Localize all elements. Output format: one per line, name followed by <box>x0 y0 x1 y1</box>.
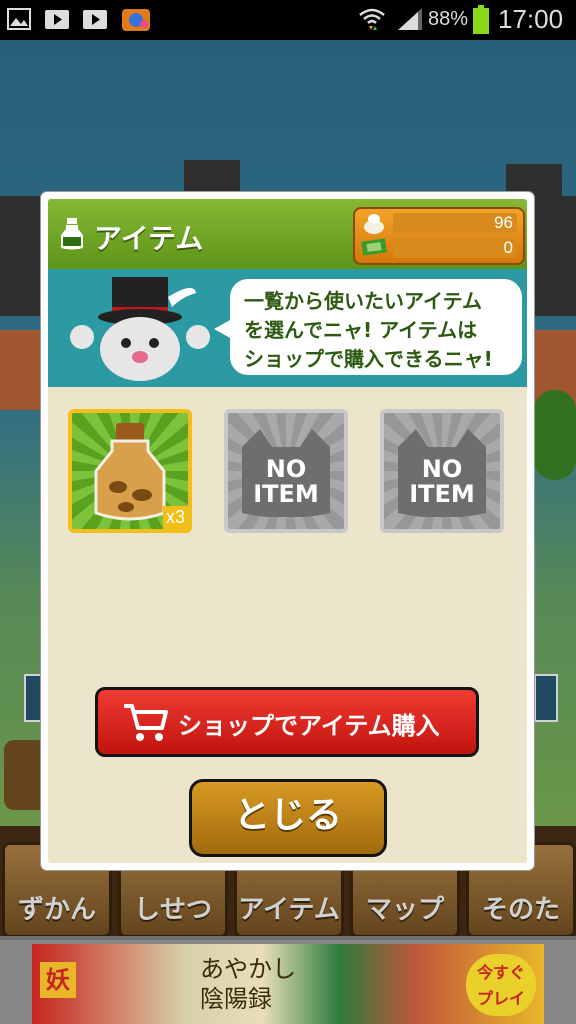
close-button-label: とじる <box>233 795 342 836</box>
item-slot-3[interactable]: NO ITEM <box>380 409 504 533</box>
cat-mascot-icon <box>70 277 210 381</box>
coin-bag-icon <box>364 214 384 234</box>
ad-title: あやかし 陰陽録 <box>200 955 296 1013</box>
speech-bubble: 一覧から使いたいアイテム を選んでニャ! アイテムは ショップで購入できるニャ! <box>230 279 522 375</box>
no-item-label: NO ITEM <box>409 455 475 508</box>
status-bar: 88% 17:00 <box>0 0 576 40</box>
currency-panel: 96 0 <box>353 207 525 265</box>
ad-play-now-button[interactable]: 今すぐ プレイ <box>466 954 536 1016</box>
item-slot-2[interactable]: NO ITEM <box>224 409 348 533</box>
wifi-icon <box>359 8 385 30</box>
ticket-icon <box>361 238 387 256</box>
dialog-title: アイテム <box>94 222 204 255</box>
dialog-header: アイテム 96 0 <box>48 199 527 269</box>
item-quantity: x3 <box>162 506 188 529</box>
camera-app-icon <box>122 9 150 31</box>
shopping-cart-icon <box>124 704 168 741</box>
ad-image[interactable]: 妖 あやかし 陰陽録 今すぐ プレイ <box>32 944 544 1024</box>
battery-icon <box>473 5 489 34</box>
ad-badge: 妖 <box>40 962 76 998</box>
ad-banner[interactable]: 妖 あやかし 陰陽録 今すぐ プレイ <box>0 936 576 1024</box>
close-button[interactable]: とじる <box>189 779 387 857</box>
play-movies-icon <box>83 10 107 29</box>
shop-buy-item-button[interactable]: ショップでアイテム購入 <box>95 687 479 757</box>
info-banner: 一覧から使いたいアイテム を選んでニャ! アイテムは ショップで購入できるニャ! <box>48 269 527 387</box>
potion-icon <box>61 218 83 250</box>
battery-percent: 88% <box>428 8 469 30</box>
play-store-icon <box>45 10 69 29</box>
potion-bottle-icon <box>94 423 166 521</box>
item-slot-1[interactable]: x3 <box>68 409 192 533</box>
ticket-count: 0 <box>393 238 517 258</box>
item-dialog: アイテム 96 0 一覧から使いたいアイテム を選んでニャ! アイテムは ショッ… <box>41 192 534 870</box>
no-item-label: NO ITEM <box>253 455 319 508</box>
instruction-text: 一覧から使いたいアイテム を選んでニャ! アイテムは ショップで購入できるニャ! <box>244 289 493 371</box>
gallery-icon <box>7 8 31 30</box>
clock: 17:00 <box>498 4 564 34</box>
item-dialog-panel: アイテム 96 0 一覧から使いたいアイテム を選んでニャ! アイテムは ショッ… <box>48 199 527 863</box>
shop-button-label: ショップでアイテム購入 <box>178 712 440 740</box>
signal-icon <box>398 8 422 30</box>
coin-count: 96 <box>393 213 517 233</box>
